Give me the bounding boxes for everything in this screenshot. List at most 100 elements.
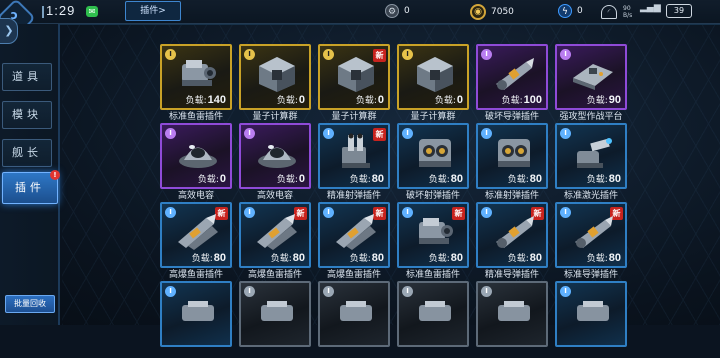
load-value: 负载:0 bbox=[197, 173, 226, 185]
plugin-card[interactable]: I 负载:80 标准激光插件 bbox=[555, 123, 627, 201]
tier-badge: I bbox=[481, 49, 492, 60]
tab-plugins[interactable]: 插件> bbox=[125, 1, 181, 21]
resource-energy-value: 0 bbox=[577, 6, 583, 16]
shell-launcher-icon bbox=[413, 133, 457, 173]
clock: 1:29 bbox=[46, 3, 76, 18]
card-frame: I 新负载:80 bbox=[397, 202, 469, 268]
card-frame: I 负载:90 bbox=[555, 44, 627, 110]
card-name: 高效电容 bbox=[177, 191, 214, 201]
plugin-card[interactable]: I 新负载:0 量子计算群 bbox=[318, 44, 390, 122]
module-icon bbox=[571, 291, 615, 331]
tier-badge: I bbox=[481, 286, 492, 297]
sidebar-item-items[interactable]: 道具 bbox=[2, 63, 52, 91]
load-value: 负载:80 bbox=[270, 252, 305, 264]
signal-icon: ▂▄▆ bbox=[640, 3, 661, 13]
sidebar-item-captain[interactable]: 舰长 bbox=[2, 139, 52, 167]
tier-badge: I bbox=[481, 128, 492, 139]
card-frame: I 新负载:80 bbox=[318, 202, 390, 268]
card-name: 高爆鱼雷插件 bbox=[326, 270, 381, 280]
card-name: 破坏导弹插件 bbox=[484, 112, 539, 122]
card-name: 精准导弹插件 bbox=[484, 270, 539, 280]
collapse-arrow-icon[interactable]: ❯ bbox=[0, 18, 18, 44]
batch-recycle-button[interactable]: 批量回收 bbox=[5, 295, 55, 313]
plugin-card[interactable]: I bbox=[397, 281, 469, 358]
plugin-card[interactable]: I 新负载:80 高爆鱼雷插件 bbox=[160, 202, 232, 280]
plugin-card[interactable]: I 新负载:80 精准导弹插件 bbox=[476, 202, 548, 280]
speed-gauge-icon[interactable]: ◜ bbox=[601, 5, 617, 19]
tier-badge: I bbox=[560, 286, 571, 297]
card-name: 标准射弹插件 bbox=[484, 191, 539, 201]
load-value: 负载:80 bbox=[507, 173, 542, 185]
card-name: 高效电容 bbox=[256, 191, 293, 201]
load-value: 负载:0 bbox=[276, 94, 305, 106]
plugin-card[interactable]: I 负载:80 标准射弹插件 bbox=[476, 123, 548, 201]
plugin-card[interactable]: I 负载:80 破坏射弹插件 bbox=[397, 123, 469, 201]
alert-badge: ! bbox=[50, 170, 60, 180]
plugin-card[interactable]: I bbox=[239, 281, 311, 358]
card-frame: I bbox=[239, 281, 311, 347]
twin-cannon-icon bbox=[334, 133, 378, 173]
card-name: 标准鱼雷插件 bbox=[405, 270, 460, 280]
tier-badge: I bbox=[165, 128, 176, 139]
tier-badge: I bbox=[560, 128, 571, 139]
quantum-cube-icon bbox=[334, 54, 378, 94]
plugin-card[interactable]: I 负载:140 标准鱼雷插件 bbox=[160, 44, 232, 122]
load-value: 负载:140 bbox=[185, 94, 226, 106]
plugin-card[interactable]: I bbox=[555, 281, 627, 358]
card-name: 量子计算群 bbox=[331, 112, 377, 122]
plugin-card[interactable]: I 新负载:80 高爆鱼雷插件 bbox=[318, 202, 390, 280]
plugin-card[interactable]: I 负载:0 量子计算群 bbox=[397, 44, 469, 122]
tier-badge: I bbox=[560, 207, 571, 218]
card-frame: I 新负载:0 bbox=[318, 44, 390, 110]
plugin-card[interactable]: I bbox=[160, 281, 232, 358]
load-value: 负载:80 bbox=[349, 173, 384, 185]
plugin-card[interactable]: I 负载:0 高效电容 bbox=[239, 123, 311, 201]
plugin-card[interactable]: I 负载:0 高效电容 bbox=[160, 123, 232, 201]
card-name: 破坏射弹插件 bbox=[405, 191, 460, 201]
module-icon bbox=[492, 291, 536, 331]
card-frame: I 负载:140 bbox=[160, 44, 232, 110]
card-name: 精准射弹插件 bbox=[326, 191, 381, 201]
card-frame: I 新负载:80 bbox=[318, 123, 390, 189]
plugin-card[interactable]: I 新负载:80 精准射弹插件 bbox=[318, 123, 390, 201]
load-value: 负载:0 bbox=[276, 173, 305, 185]
plugin-card[interactable]: I bbox=[476, 281, 548, 358]
tier-badge: I bbox=[402, 286, 413, 297]
card-name: 高爆鱼雷插件 bbox=[247, 270, 302, 280]
resource-gold-value: 7050 bbox=[491, 7, 514, 17]
plugin-card[interactable]: I 新负载:80 高爆鱼雷插件 bbox=[239, 202, 311, 280]
torpedo-launcher-icon bbox=[176, 54, 220, 94]
plugin-card[interactable]: I bbox=[318, 281, 390, 358]
tier-badge: I bbox=[244, 207, 255, 218]
card-frame: I 负载:80 bbox=[476, 123, 548, 189]
tier-badge: I bbox=[165, 207, 176, 218]
resource-gold: ◉ 7050 bbox=[470, 4, 514, 20]
plugin-card[interactable]: I 新负载:80 标准导弹插件 bbox=[555, 202, 627, 280]
card-frame: I 负载:100 bbox=[476, 44, 548, 110]
plugin-card[interactable]: I 负载:90 强攻型作战平台 bbox=[555, 44, 627, 122]
card-frame: I 负载:80 bbox=[397, 123, 469, 189]
load-value: 负载:90 bbox=[586, 94, 621, 106]
missile-pod-icon bbox=[492, 212, 536, 252]
tier-badge: I bbox=[560, 49, 571, 60]
capacitor-dome-icon bbox=[255, 133, 299, 173]
plugin-card[interactable]: I 新负载:80 标准鱼雷插件 bbox=[397, 202, 469, 280]
card-frame: I bbox=[160, 281, 232, 347]
card-frame: I 负载:0 bbox=[239, 44, 311, 110]
load-value: 负载:80 bbox=[428, 173, 463, 185]
sidebar-item-modules[interactable]: 模块 bbox=[2, 101, 52, 129]
module-icon bbox=[176, 291, 220, 331]
tier-badge: I bbox=[323, 128, 334, 139]
tier-badge: I bbox=[323, 207, 334, 218]
card-name: 标准导弹插件 bbox=[563, 270, 618, 280]
tier-badge: I bbox=[244, 49, 255, 60]
torpedo-rack-icon bbox=[334, 212, 378, 252]
card-name: 高爆鱼雷插件 bbox=[168, 270, 223, 280]
plugin-card[interactable]: I 负载:100 破坏导弹插件 bbox=[476, 44, 548, 122]
card-name: 标准鱼雷插件 bbox=[168, 112, 223, 122]
plugin-card[interactable]: I 负载:0 量子计算群 bbox=[239, 44, 311, 122]
quantum-cube-icon bbox=[413, 54, 457, 94]
card-frame: I bbox=[318, 281, 390, 347]
tier-badge: I bbox=[402, 128, 413, 139]
capacitor-dome-icon bbox=[176, 133, 220, 173]
